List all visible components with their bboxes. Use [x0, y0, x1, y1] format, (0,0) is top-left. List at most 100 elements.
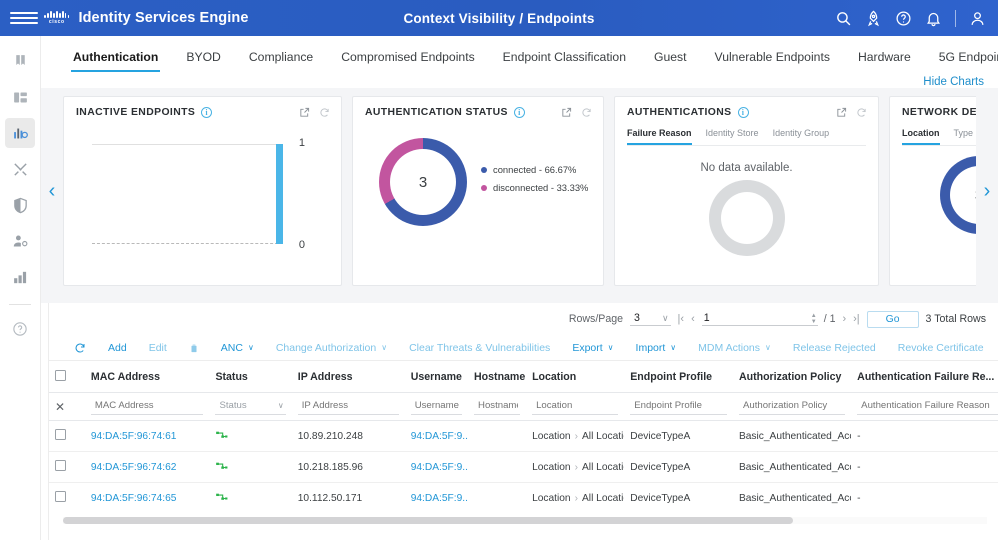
- legend-item[interactable]: disconnected - 33.33%: [481, 182, 588, 193]
- expand-icon[interactable]: [836, 107, 847, 118]
- col-authentication-failure-reason[interactable]: Authentication Failure Re...: [851, 361, 998, 393]
- page-number-input[interactable]: [701, 312, 818, 326]
- col-ip-address[interactable]: IP Address: [291, 361, 405, 393]
- tab-vulnerable-endpoints[interactable]: Vulnerable Endpoints: [701, 36, 844, 78]
- username-link[interactable]: 94:DA:5F:9...: [411, 493, 468, 504]
- user-icon[interactable]: [969, 10, 986, 27]
- filter-authorization-policy[interactable]: [738, 398, 846, 415]
- help-circle-icon[interactable]: [895, 10, 912, 27]
- subtab-location[interactable]: Location: [902, 128, 940, 145]
- tab-byod[interactable]: BYOD: [172, 36, 235, 78]
- select-all-checkbox[interactable]: [55, 370, 66, 381]
- import-dropdown[interactable]: Import ∨: [625, 342, 688, 354]
- tab-compromised-endpoints[interactable]: Compromised Endpoints: [327, 36, 488, 78]
- filter-status[interactable]: Status ∨: [215, 398, 286, 415]
- username-link[interactable]: 94:DA:5F:9...: [411, 462, 468, 473]
- export-dropdown[interactable]: Export ∨: [561, 342, 624, 354]
- tab-endpoint-classification[interactable]: Endpoint Classification: [489, 36, 640, 78]
- close-icon[interactable]: ✕: [55, 400, 65, 414]
- info-icon[interactable]: i: [513, 107, 525, 118]
- expand-icon[interactable]: [561, 107, 572, 118]
- subtab-identity-store[interactable]: Identity Store: [706, 128, 759, 145]
- filter-ip-address[interactable]: [297, 398, 399, 415]
- change-authorization-dropdown[interactable]: Change Authorization ∨: [265, 342, 398, 354]
- table-row[interactable]: 94:DA:5F:96:74:61 10.89.210.248 94:DA:5F…: [49, 420, 998, 452]
- bar-series[interactable]: [276, 144, 283, 244]
- page-stepper[interactable]: ▲ ▼: [811, 313, 817, 325]
- mac-address-link[interactable]: 94:DA:5F:96:74:61: [91, 431, 177, 442]
- mdm-actions-dropdown[interactable]: MDM Actions ∨: [687, 342, 782, 354]
- hide-charts-link[interactable]: Hide Charts: [923, 76, 984, 88]
- endpoints-table-container[interactable]: MAC Address Status IP Address Username H…: [49, 361, 998, 511]
- refresh-icon[interactable]: [319, 107, 330, 118]
- revoke-certificate-button[interactable]: Revoke Certificate: [887, 342, 995, 354]
- col-authorization-policy[interactable]: Authorization Policy: [732, 361, 852, 393]
- table-row[interactable]: 94:DA:5F:96:74:65 10.112.50.171 94:DA:5F…: [49, 482, 998, 511]
- mac-address-link[interactable]: 94:DA:5F:96:74:65: [91, 493, 177, 504]
- col-status[interactable]: Status: [209, 361, 292, 393]
- row-checkbox[interactable]: [55, 460, 66, 471]
- sidebar-item-administration[interactable]: [5, 226, 35, 256]
- scrollbar-thumb[interactable]: [63, 517, 793, 524]
- expand-icon[interactable]: [299, 107, 310, 118]
- menu-icon[interactable]: [10, 12, 38, 24]
- legend-item[interactable]: connected - 66.67%: [481, 164, 588, 175]
- col-username[interactable]: Username: [404, 361, 469, 393]
- first-page-button[interactable]: |‹: [678, 313, 685, 325]
- next-page-button[interactable]: ›: [842, 313, 846, 325]
- refresh-icon[interactable]: [856, 107, 867, 118]
- refresh-icon[interactable]: [581, 107, 592, 118]
- sidebar-item-context-visibility[interactable]: [5, 118, 35, 148]
- col-location[interactable]: Location: [526, 361, 625, 393]
- tab-authentication[interactable]: Authentication: [59, 36, 172, 78]
- donut-chart[interactable]: 3: [940, 156, 976, 234]
- filter-location[interactable]: [532, 398, 619, 415]
- carousel-next-button[interactable]: ›: [976, 96, 998, 286]
- bell-icon[interactable]: [925, 10, 942, 27]
- col-endpoint-profile[interactable]: Endpoint Profile: [624, 361, 733, 393]
- tab-guest[interactable]: Guest: [640, 36, 701, 78]
- mac-address-link[interactable]: 94:DA:5F:96:74:62: [91, 462, 177, 473]
- clear-threats-button[interactable]: Clear Threats & Vulnerabilities: [398, 342, 561, 354]
- subtab-failure-reason[interactable]: Failure Reason: [627, 128, 692, 145]
- col-hostname[interactable]: Hostname: [468, 361, 527, 393]
- filter-username[interactable]: [410, 398, 463, 415]
- col-mac-address[interactable]: MAC Address: [84, 361, 210, 393]
- row-checkbox[interactable]: [55, 429, 66, 440]
- table-row[interactable]: 94:DA:5F:96:74:62 10.218.185.96 94:DA:5F…: [49, 451, 998, 483]
- filter-endpoint-profile[interactable]: [630, 398, 727, 415]
- release-rejected-button[interactable]: Release Rejected: [782, 342, 887, 354]
- go-button[interactable]: Go: [866, 310, 919, 328]
- subtab-identity-group[interactable]: Identity Group: [773, 128, 830, 145]
- rocket-icon[interactable]: [865, 10, 882, 27]
- search-icon[interactable]: [835, 10, 852, 27]
- sidebar-item-work-centers[interactable]: [5, 262, 35, 292]
- filter-mac-address[interactable]: [90, 398, 204, 415]
- sidebar-item-policy[interactable]: [5, 190, 35, 220]
- rows-per-page-select[interactable]: 3 ∨: [630, 312, 671, 326]
- last-page-button[interactable]: ›|: [853, 313, 860, 325]
- username-link[interactable]: 94:DA:5F:9...: [411, 431, 468, 442]
- filter-authentication-failure-reason[interactable]: [857, 398, 998, 415]
- add-button[interactable]: Add: [97, 342, 138, 354]
- filter-dropdown[interactable]: Filter∨: [995, 342, 998, 354]
- horizontal-scrollbar[interactable]: [63, 517, 987, 524]
- anc-dropdown[interactable]: ANC ∨: [210, 342, 265, 354]
- filter-hostname[interactable]: [474, 398, 521, 415]
- sidebar-item-bookmark[interactable]: [5, 46, 35, 76]
- edit-button[interactable]: Edit: [138, 342, 178, 354]
- row-checkbox[interactable]: [55, 491, 66, 502]
- sidebar-item-operations[interactable]: [5, 154, 35, 184]
- sidebar-item-dashboard[interactable]: [5, 82, 35, 112]
- prev-page-button[interactable]: ‹: [691, 313, 695, 325]
- donut-chart[interactable]: 3: [379, 138, 467, 226]
- info-icon[interactable]: i: [201, 107, 213, 118]
- delete-button[interactable]: [178, 342, 210, 354]
- carousel-prev-button[interactable]: ‹: [41, 96, 63, 286]
- refresh-button[interactable]: [63, 342, 97, 354]
- tab-compliance[interactable]: Compliance: [235, 36, 327, 78]
- tab-hardware[interactable]: Hardware: [844, 36, 925, 78]
- help-icon[interactable]: [5, 314, 35, 344]
- tab-5g-endpoints[interactable]: 5G Endpoints: [925, 36, 998, 78]
- subtab-type[interactable]: Type: [954, 128, 974, 145]
